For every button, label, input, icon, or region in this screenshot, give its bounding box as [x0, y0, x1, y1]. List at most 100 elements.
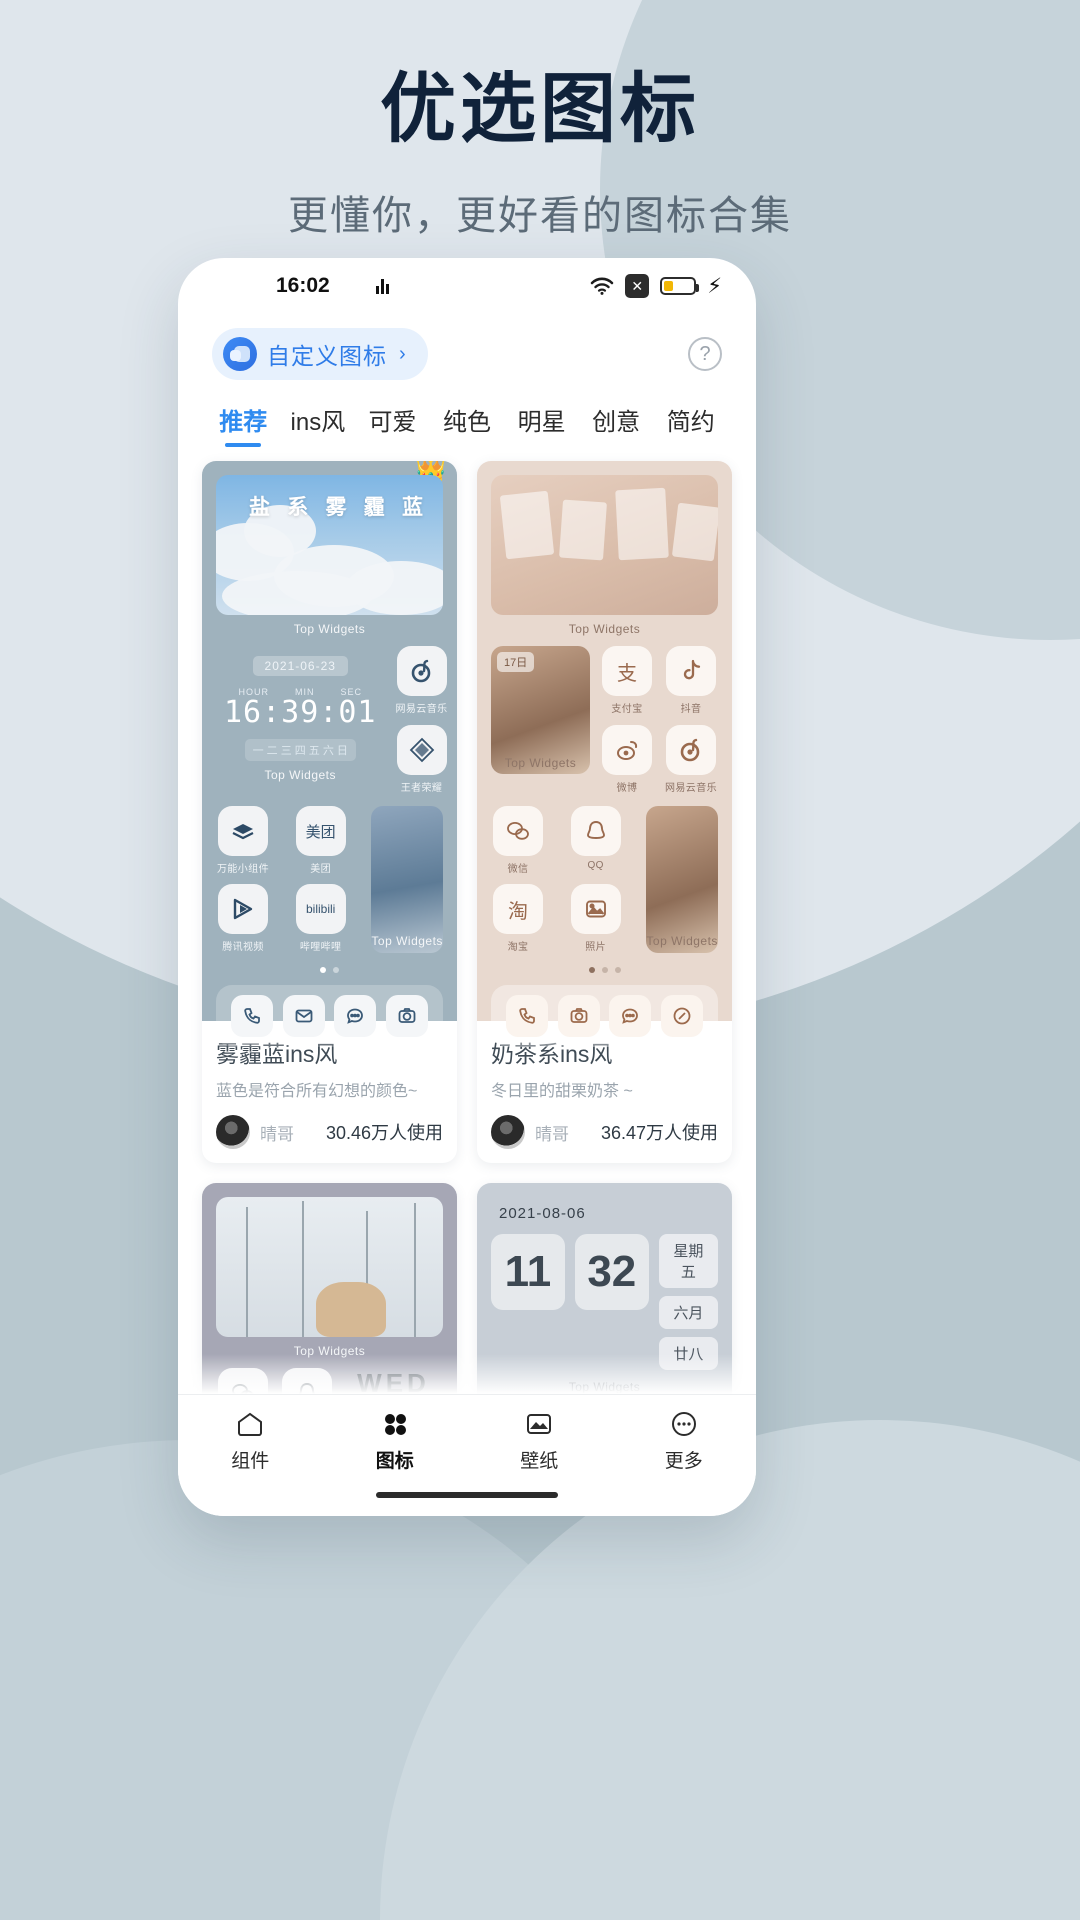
honor-of-kings-icon	[396, 725, 447, 775]
camera-icon[interactable]	[557, 995, 600, 1037]
home-indicator	[376, 1492, 558, 1498]
nav-item-more[interactable]: 更多	[612, 1409, 757, 1473]
custom-icon-label: 自定义图标	[267, 343, 387, 369]
photo-widget[interactable]: 17日 Top Widgets	[491, 646, 590, 774]
page-subtitle: 更懂你，更好看的图标合集	[288, 194, 792, 238]
author-name: 晴哥	[535, 1124, 569, 1144]
message-icon[interactable]	[334, 995, 377, 1037]
branch-shape	[414, 1203, 416, 1337]
tab-simple[interactable]: 简约	[653, 402, 728, 449]
decor-shape	[559, 499, 607, 561]
app-icon-bilibili[interactable]: bilibili 哔哩哔哩	[294, 884, 348, 953]
card-desc: 冬日里的甜栗奶茶 ~	[491, 1083, 633, 1100]
alipay-icon: 支	[602, 646, 652, 696]
app-icon-label: 万能小组件	[217, 864, 269, 875]
page-dot	[333, 967, 339, 973]
app-icon-honor[interactable]: 王者荣耀	[395, 725, 449, 794]
page-dot	[588, 967, 595, 973]
custom-icon-glyph	[223, 337, 257, 371]
tab-recommend[interactable]: 推荐	[206, 402, 281, 449]
hero-caption: Top Widgets	[293, 1344, 366, 1358]
app-icon-wechat[interactable]: 微信	[491, 806, 545, 875]
theme-preview: Top Widgets 17日 Top Widgets 支 支付宝 微博 抖音 …	[477, 461, 732, 1047]
clock-caption: Top Widgets	[264, 768, 337, 782]
photo-widget[interactable]: Top Widgets	[646, 806, 718, 953]
card-author-row: 晴哥 30.46万人使用	[216, 1115, 443, 1149]
app-icon-universal-widget[interactable]: 万能小组件	[216, 806, 270, 875]
taobao-icon: 淘	[493, 884, 543, 934]
app-icon-weibo[interactable]: 微博	[600, 725, 654, 794]
hero-caption: Top Widgets	[568, 622, 641, 636]
message-icon[interactable]	[609, 995, 652, 1037]
branch-shape	[246, 1207, 248, 1337]
app-icon-netease[interactable]: 网易云音乐	[395, 646, 449, 715]
tab-solid[interactable]: 纯色	[430, 402, 505, 449]
widget-row: 2021-06-23 HOUR MIN SEC 16:39:01 一 二 三 四…	[216, 646, 447, 794]
nav-item-widgets[interactable]: 组件	[178, 1409, 323, 1473]
app-icon-douyin[interactable]: 抖音	[664, 646, 718, 715]
page-dot	[320, 967, 326, 973]
tab-cute[interactable]: 可爱	[355, 402, 430, 449]
branch-shape	[302, 1201, 304, 1337]
phone-icon[interactable]	[230, 995, 273, 1037]
widget-row: 11 32 星期五 六月 廿八	[491, 1234, 718, 1370]
weibo-icon	[602, 725, 652, 775]
hour-box: 11	[491, 1234, 565, 1310]
app-icon-label: 王者荣耀	[400, 783, 443, 794]
app-icon-tencent-video[interactable]: 腾讯视频	[216, 884, 270, 953]
lunar-day-chip: 廿八	[658, 1337, 718, 1370]
app-icon-alipay[interactable]: 支 支付宝	[600, 646, 654, 715]
app-icon-label: 淘宝	[507, 942, 529, 953]
bilibili-icon: bilibili	[295, 884, 346, 934]
avatar	[491, 1115, 525, 1149]
safari-icon[interactable]	[661, 995, 704, 1037]
minute-box: 32	[574, 1234, 649, 1310]
meituan-icon: 美团	[295, 806, 346, 856]
tab-ins[interactable]: ins风	[281, 402, 356, 449]
app-icon-label: 哔哩哔哩	[299, 942, 342, 953]
phone-icon[interactable]	[505, 995, 548, 1037]
hero-wallpaper: 盐 系 雾 霾 蓝	[216, 475, 443, 615]
app-icon-label: 抖音	[680, 704, 702, 715]
app-icon-label: 微博	[616, 783, 638, 794]
photo-widget[interactable]: Top Widgets	[371, 806, 443, 953]
app-icon-taobao[interactable]: 淘 淘宝	[491, 884, 545, 953]
page-dot	[601, 967, 608, 973]
netease-music-icon	[396, 646, 447, 696]
tencent-video-icon	[218, 884, 268, 934]
icon-column: 网易云音乐 王者荣耀	[395, 646, 449, 794]
theme-card[interactable]: 👑 盐 系 雾 霾 蓝 Top Widgets 2021-06-23 HOUR	[202, 461, 457, 1163]
tab-star[interactable]: 明星	[504, 402, 579, 449]
phone-mockup: 16:02 ✕ ⚡ 自定义图标 › ? 推荐 ins风 可爱 纯色 明星 创意	[178, 258, 756, 1516]
clock-widget: 2021-06-23 HOUR MIN SEC 16:39:01 一 二 三 四…	[216, 646, 385, 794]
photo-caption: Top Widgets	[371, 934, 443, 948]
theme-scroll-area[interactable]: 👑 盐 系 雾 霾 蓝 Top Widgets 2021-06-23 HOUR	[178, 449, 756, 1505]
dock	[216, 985, 443, 1047]
hero-title: 盐 系 雾 霾 蓝	[249, 495, 429, 519]
app-icon-netease[interactable]: 网易云音乐	[664, 725, 718, 794]
mail-icon[interactable]	[282, 995, 325, 1037]
widget-row: 17日 Top Widgets 支 支付宝 微博 抖音 网易云音乐	[491, 646, 718, 794]
help-icon[interactable]: ?	[688, 337, 722, 371]
nav-item-wallpaper[interactable]: 壁纸	[467, 1409, 612, 1473]
app-icon-photos[interactable]: 照片	[569, 884, 623, 953]
app-icon-label: QQ	[587, 860, 604, 871]
app-icon-qq[interactable]: QQ	[569, 806, 623, 875]
theme-card[interactable]: Top Widgets 17日 Top Widgets 支 支付宝 微博 抖音 …	[477, 461, 732, 1163]
app-icon-meituan[interactable]: 美团 美团	[294, 806, 348, 875]
photo-caption: Top Widgets	[504, 756, 577, 770]
decor-shape	[499, 490, 555, 560]
cat-wallpaper	[216, 1197, 443, 1337]
custom-icon-button[interactable]: 自定义图标 ›	[212, 328, 428, 380]
app-grid: 微信 QQ Top Widgets 淘 淘宝 照片	[491, 806, 718, 953]
douyin-icon	[666, 646, 716, 696]
tab-creative[interactable]: 创意	[579, 402, 654, 449]
app-icon-label: 微信	[507, 864, 529, 875]
nav-item-icons[interactable]: 图标	[323, 1409, 468, 1473]
author-name: 晴哥	[260, 1124, 294, 1144]
chevron-right-icon: ›	[399, 342, 406, 365]
camera-icon[interactable]	[386, 995, 429, 1037]
lunar-month-chip: 六月	[658, 1296, 718, 1329]
app-icon-label: 支付宝	[611, 704, 643, 715]
hero-caption: Top Widgets	[293, 622, 366, 636]
